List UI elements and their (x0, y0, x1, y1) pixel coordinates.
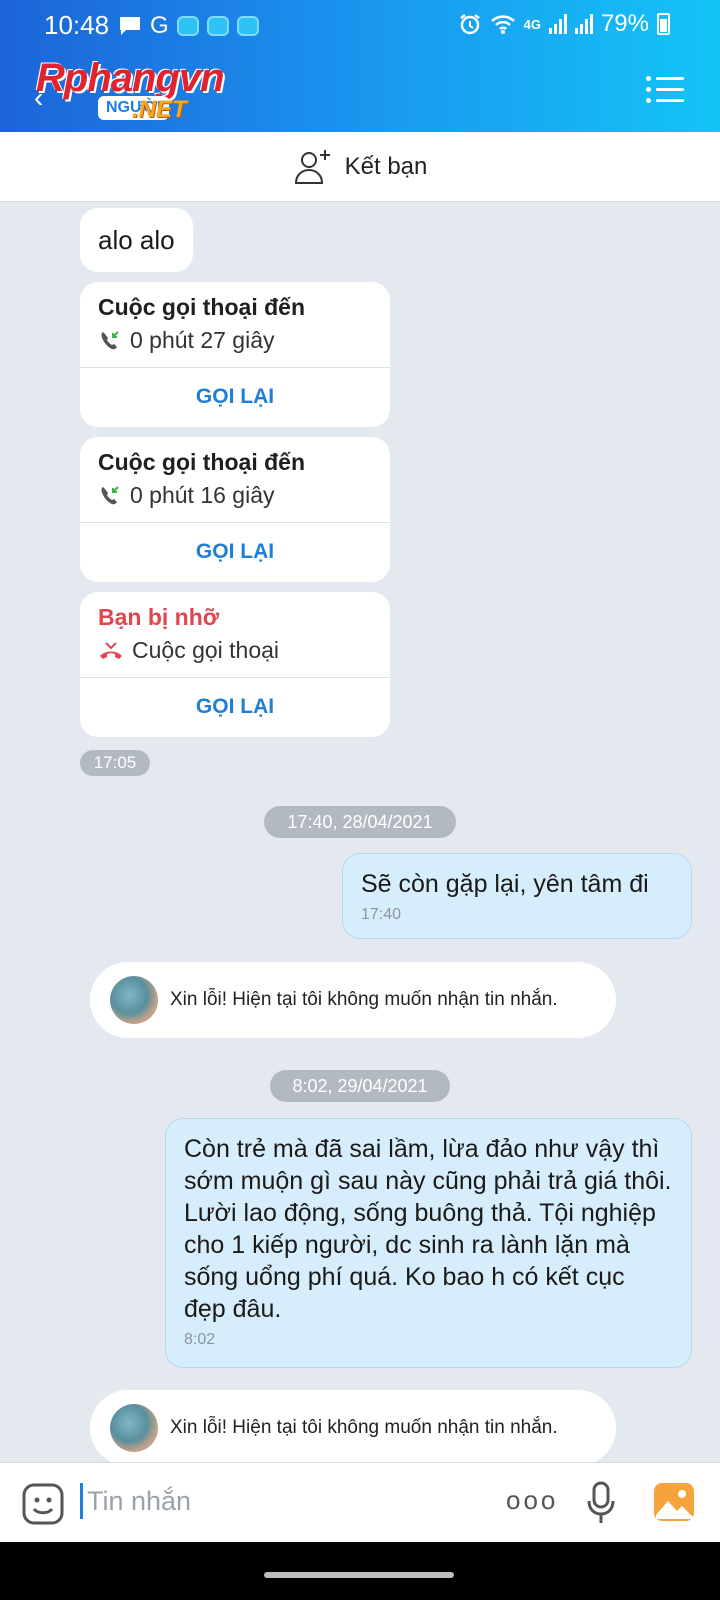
system-notice-text: Xin lỗi! Hiện tại tôi không muốn nhận ti… (170, 989, 558, 1010)
incoming-call-icon (101, 485, 119, 504)
wifi-icon (490, 15, 515, 34)
add-user-icon (294, 149, 330, 184)
message-time: 8:02 (184, 1331, 216, 1348)
call-back-button[interactable]: GỌI LẠI (80, 678, 390, 736)
alarm-icon (459, 14, 480, 35)
call-back-button[interactable]: GỌI LẠI (80, 368, 390, 426)
message-text: Sẽ còn gặp lại, yên tâm đi (361, 870, 649, 898)
logo-wordmark: Rphangvn (36, 56, 225, 100)
add-friend-label: Kết bạn (344, 152, 428, 180)
app-notification-icon (236, 16, 259, 36)
missed-call-icon (100, 641, 122, 659)
call-title: Cuộc gọi thoại đến (98, 294, 305, 320)
call-card: Cuộc gọi thoại đến 0 phút 16 giây GỌI LẠ… (80, 437, 390, 582)
microphone-icon[interactable] (586, 1481, 616, 1525)
call-duration: 0 phút 27 giây (130, 327, 275, 353)
date-separator: 8:02, 29/04/2021 (270, 1070, 450, 1102)
avatar[interactable] (110, 1404, 158, 1452)
status-bar: 10:48 G 4G 79% (0, 0, 720, 48)
system-notice: Xin lỗi! Hiện tại tôi không muốn nhận ti… (90, 1390, 616, 1466)
site-logo[interactable]: ‹ Rphangvn NGƯỜI .NET (32, 56, 262, 126)
call-duration: 0 phút 16 giây (130, 482, 275, 508)
app-notification-icon (176, 16, 199, 36)
call-back-button[interactable]: GỌI LẠI (80, 523, 390, 581)
notification-icons: G (118, 12, 259, 40)
message-text: Còn trẻ mà đã sai lầm, lừa đảo như vậy t… (184, 1135, 672, 1323)
avatar[interactable] (110, 976, 158, 1024)
message-time: 17:40 (361, 906, 402, 923)
call-type: Cuộc gọi thoại (132, 637, 280, 663)
message-composer: Tin nhắn ooo (0, 1462, 720, 1542)
logo-net: .NET (132, 96, 187, 123)
message-input[interactable]: Tin nhắn (80, 1483, 191, 1519)
emoji-icon[interactable] (22, 1483, 64, 1525)
app-header: 10:48 G 4G 79% ‹ Rphangvn NGƯỜI .NET (0, 0, 720, 132)
incoming-call-icon (101, 330, 119, 349)
system-notice: Xin lỗi! Hiện tại tôi không muốn nhận ti… (90, 962, 616, 1038)
missed-call-card: Bạn bị nhỡ Cuộc gọi thoại GỌI LẠI (80, 592, 390, 737)
call-title: Cuộc gọi thoại đến (98, 449, 305, 475)
add-friend-button[interactable]: Kết bạn (0, 132, 720, 202)
network-type: 4G (523, 16, 541, 32)
outgoing-message[interactable]: Còn trẻ mà đã sai lầm, lừa đảo như vậy t… (165, 1118, 692, 1368)
system-nav-bar (0, 1542, 720, 1600)
message-icon (120, 17, 140, 35)
missed-call-title: Bạn bị nhỡ (98, 604, 220, 630)
message-text: alo alo (98, 225, 175, 255)
system-icons: 4G 79% (458, 10, 670, 38)
google-icon: G (150, 12, 169, 39)
outgoing-message[interactable]: Sẽ còn gặp lại, yên tâm đi 17:40 (342, 853, 692, 939)
call-card: Cuộc gọi thoại đến 0 phút 27 giây GỌI LẠ… (80, 282, 390, 427)
signal-icon (548, 14, 567, 34)
status-time: 10:48 (44, 10, 110, 40)
battery-icon (657, 13, 670, 35)
battery-percent: 79% (600, 10, 649, 37)
date-separator: 17:40, 28/04/2021 (264, 806, 456, 838)
signal-icon (574, 14, 593, 34)
system-notice-text: Xin lỗi! Hiện tại tôi không muốn nhận ti… (170, 1417, 558, 1438)
menu-icon[interactable] (646, 74, 684, 104)
image-icon[interactable] (652, 1481, 696, 1523)
message-time: 17:05 (80, 750, 150, 776)
app-notification-icon (206, 16, 229, 36)
home-indicator[interactable] (264, 1572, 454, 1578)
more-icon[interactable]: ooo (506, 1485, 558, 1516)
incoming-message[interactable]: alo alo (80, 208, 193, 272)
